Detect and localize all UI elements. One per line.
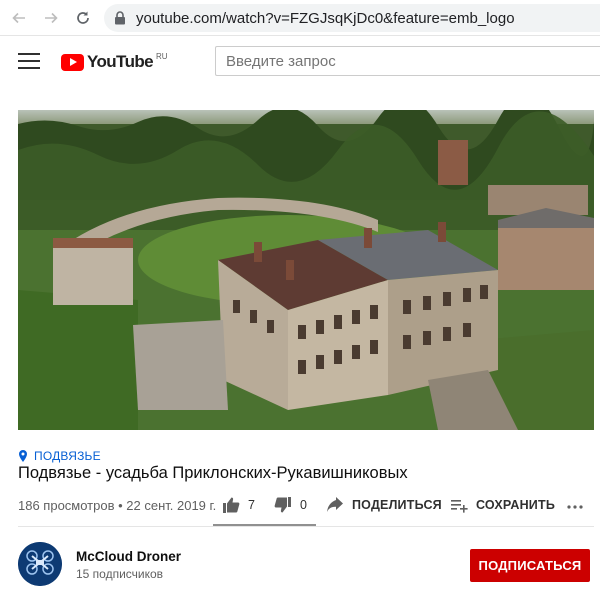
like-count: 7 bbox=[248, 498, 255, 512]
like-button[interactable]: 7 bbox=[222, 496, 255, 514]
share-icon bbox=[327, 497, 343, 512]
playlist-add-icon bbox=[451, 500, 468, 513]
subscribe-button[interactable]: ПОДПИСАТЬСЯ bbox=[470, 549, 590, 582]
location-pin-icon bbox=[19, 450, 27, 462]
play-logo-icon bbox=[61, 53, 84, 71]
reload-button[interactable] bbox=[70, 5, 96, 31]
search-input[interactable] bbox=[226, 52, 600, 70]
subscriber-count: 15 подписчиков bbox=[76, 567, 164, 581]
hamburger-menu-icon[interactable] bbox=[18, 53, 40, 71]
save-label: СОХРАНИТЬ bbox=[476, 498, 555, 512]
youtube-header: YouTube RU bbox=[0, 36, 600, 88]
more-horizontal-icon bbox=[567, 505, 583, 509]
dislike-button[interactable]: 0 bbox=[274, 496, 307, 514]
save-button[interactable]: СОХРАНИТЬ bbox=[450, 496, 555, 514]
drone-logo-icon bbox=[18, 542, 62, 586]
thumbs-down-icon bbox=[274, 497, 291, 513]
reload-icon bbox=[77, 11, 89, 24]
thumbs-up-icon bbox=[223, 497, 240, 513]
back-button[interactable] bbox=[6, 5, 32, 31]
view-count-date: 186 просмотров • 22 сент. 2019 г. bbox=[18, 497, 217, 513]
more-actions-button[interactable] bbox=[566, 496, 584, 514]
arrow-right-icon bbox=[45, 12, 58, 23]
arrow-left-icon bbox=[12, 12, 25, 23]
share-label: ПОДЕЛИТЬСЯ bbox=[352, 498, 442, 512]
lock-icon bbox=[115, 11, 125, 25]
forward-button[interactable] bbox=[38, 5, 64, 31]
location-text: ПОДВЯЗЬЕ bbox=[34, 449, 101, 463]
channel-name[interactable]: McCloud Droner bbox=[76, 549, 181, 564]
address-bar[interactable]: youtube.com/watch?v=FZGJsqKjDc0&feature=… bbox=[104, 4, 600, 32]
youtube-logo[interactable]: YouTube RU bbox=[61, 52, 168, 72]
url-text: youtube.com/watch?v=FZGJsqKjDc0&feature=… bbox=[136, 9, 515, 27]
search-box bbox=[215, 46, 600, 76]
location-link[interactable]: ПОДВЯЗЬЕ bbox=[18, 449, 101, 463]
share-button[interactable]: ПОДЕЛИТЬСЯ bbox=[326, 496, 442, 514]
divider bbox=[18, 526, 594, 527]
video-player[interactable] bbox=[18, 110, 594, 430]
video-title: Подвязье - усадьба Приклонских-Рукавишни… bbox=[18, 464, 408, 482]
dislike-count: 0 bbox=[300, 498, 307, 512]
browser-toolbar: youtube.com/watch?v=FZGJsqKjDc0&feature=… bbox=[0, 0, 600, 36]
logo-region: RU bbox=[156, 52, 168, 61]
video-thumbnail bbox=[18, 110, 594, 430]
channel-avatar[interactable] bbox=[18, 542, 62, 586]
logo-text: YouTube bbox=[87, 52, 154, 71]
